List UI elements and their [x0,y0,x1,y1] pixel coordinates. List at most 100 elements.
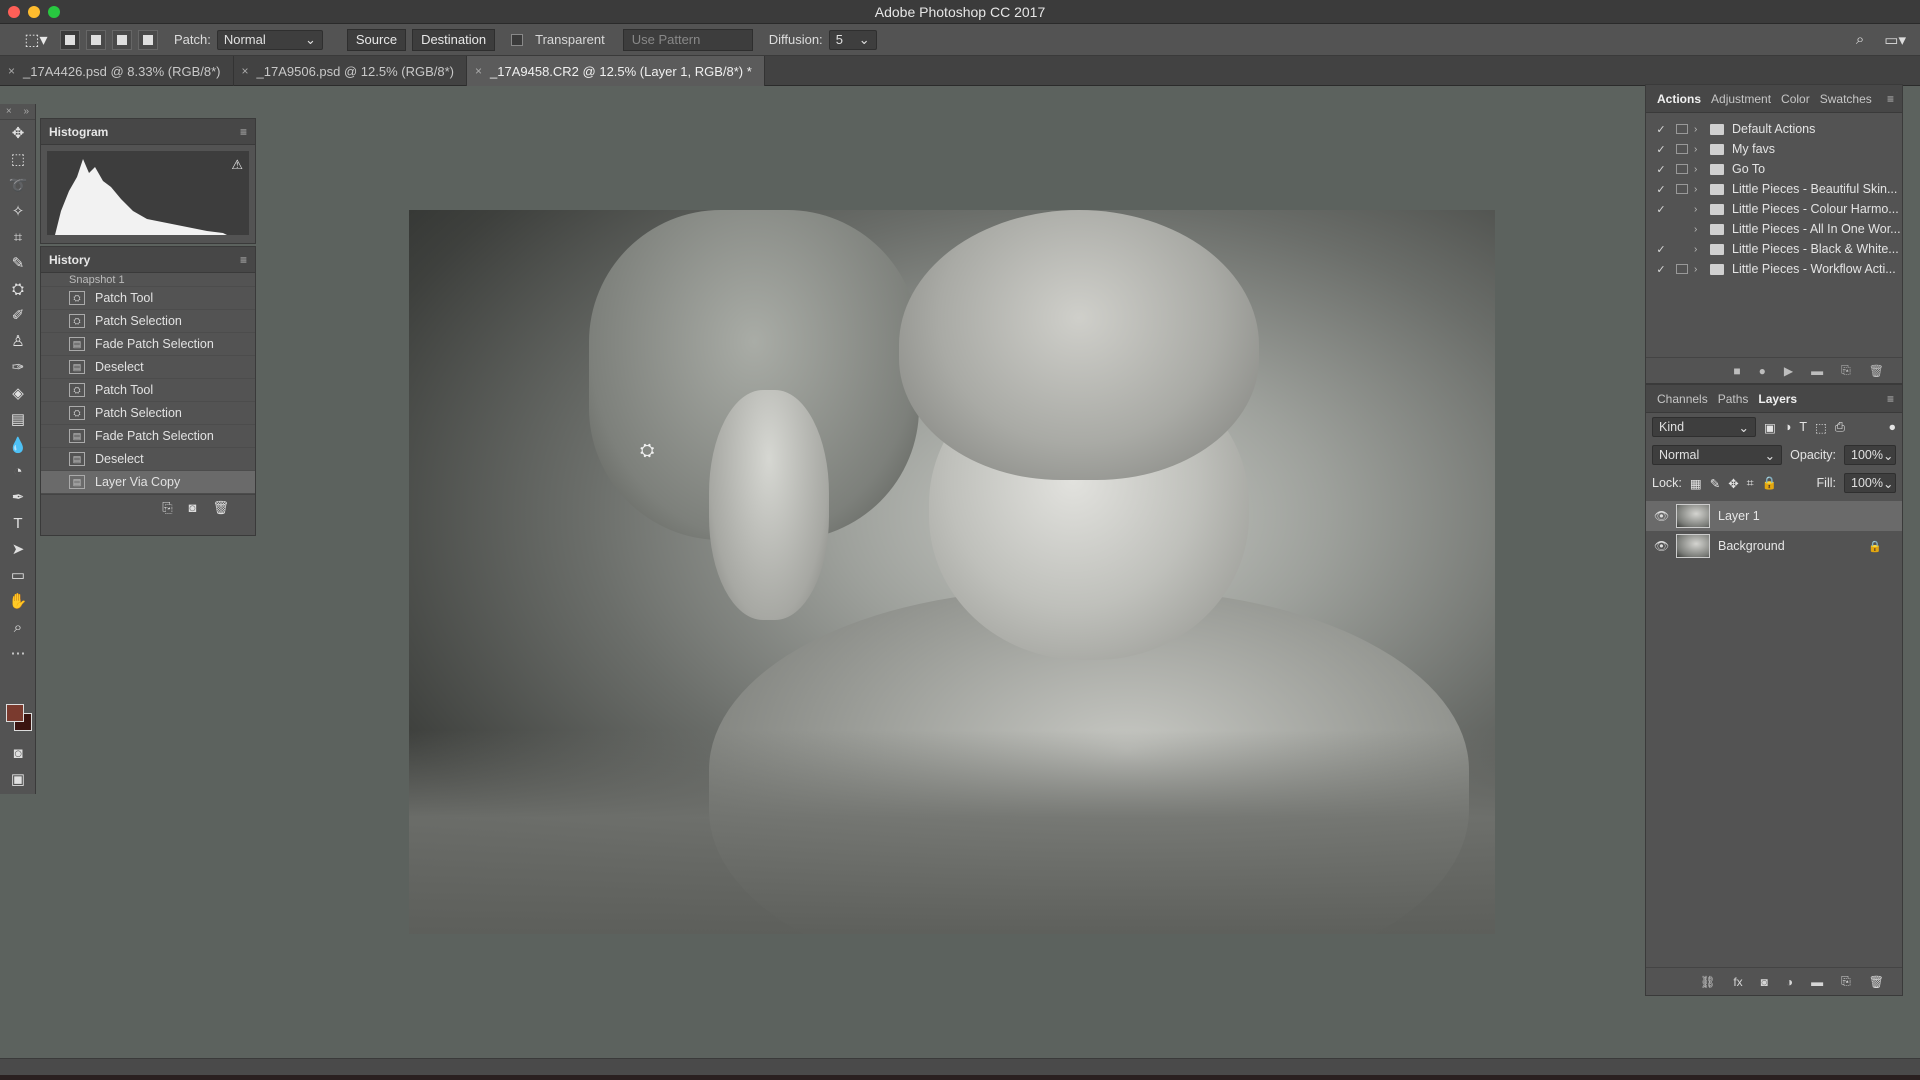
tab-actions[interactable]: Actions [1652,85,1706,113]
destination-button[interactable]: Destination [412,28,496,51]
action-set-row[interactable]: ✓ › Little Pieces - Workflow Acti... [1646,259,1902,279]
modal-toggle[interactable] [1676,164,1688,174]
tab-swatches[interactable]: Swatches [1815,85,1877,113]
new-layer-icon[interactable]: ⎘ [1841,974,1851,989]
panel-menu-icon[interactable]: ≡ [1887,392,1894,406]
workspace-icon[interactable]: ▭▾ [1884,31,1906,49]
new-action-icon[interactable]: ⎘ [1841,363,1851,378]
check-icon[interactable]: ✓ [1654,263,1668,276]
clone-stamp-tool-icon[interactable]: ♙ [0,328,36,354]
check-icon[interactable]: ✓ [1654,123,1668,136]
tab-adjustments[interactable]: Adjustment [1706,85,1776,113]
new-snapshot-icon[interactable]: ◙ [189,500,197,515]
modal-toggle[interactable] [1676,124,1688,134]
patch-mode-select[interactable]: Normal ⌄ [216,29,323,50]
layer-name[interactable]: Layer 1 [1718,509,1760,523]
transparent-checkbox[interactable] [511,33,524,46]
lock-image-icon[interactable]: ✎ [1710,476,1720,491]
check-icon[interactable]: ✓ [1654,183,1668,196]
layer-filter-select[interactable]: Kind ⌄ [1652,417,1756,437]
tab-color[interactable]: Color [1776,85,1815,113]
add-to-selection-icon[interactable] [86,29,106,50]
document-canvas[interactable] [409,210,1495,934]
action-set-row[interactable]: ✓ › Little Pieces - Beautiful Skin... [1646,179,1902,199]
screen-mode-icon[interactable]: ▣ [0,766,36,792]
tab-channels[interactable]: Channels [1652,385,1713,413]
stop-icon[interactable]: ■ [1733,364,1740,378]
chevron-right-icon[interactable]: › [1694,244,1706,255]
document-tab-active[interactable]: × _17A9458.CR2 @ 12.5% (Layer 1, RGB/8*)… [467,56,765,86]
close-icon[interactable]: × [6,106,12,117]
rectangle-tool-icon[interactable]: ▭ [0,562,36,588]
modal-toggle[interactable] [1676,184,1688,194]
type-tool-icon[interactable]: T [0,510,36,536]
history-item[interactable]: ⛭ Patch Selection [41,402,255,425]
eye-icon[interactable]: 👁 [1654,509,1669,523]
history-item[interactable]: ▤ Fade Patch Selection [41,425,255,448]
history-brush-tool-icon[interactable]: ✑ [0,354,36,380]
modal-toggle[interactable] [1676,204,1688,214]
new-document-from-state-icon[interactable]: ⎘ [162,500,172,516]
history-item[interactable]: ▤ Fade Patch Selection [41,333,255,356]
filter-type-icon[interactable]: T [1799,420,1807,434]
dodge-tool-icon[interactable]: ◔ [0,458,36,484]
history-item-selected[interactable]: ▤ Layer Via Copy [41,471,255,494]
fx-icon[interactable]: fx [1733,975,1742,989]
history-item[interactable]: ▤ Deselect [41,356,255,379]
document-tab[interactable]: × _17A9506.psd @ 12.5% (RGB/8*) [234,56,467,86]
modal-toggle[interactable] [1676,264,1688,274]
magic-wand-tool-icon[interactable]: ✧ [0,198,36,224]
check-icon[interactable]: ✓ [1654,163,1668,176]
patch-tool-preset-icon[interactable]: ⬚▾ [18,29,54,51]
action-set-row[interactable]: ✓ › My favs [1646,139,1902,159]
eye-icon[interactable]: 👁 [1654,539,1669,553]
filter-smart-object-icon[interactable]: ⎙ [1835,420,1845,435]
intersect-selection-icon[interactable] [138,29,158,50]
tab-paths[interactable]: Paths [1713,385,1754,413]
more-tools-icon[interactable]: ⋯ [0,640,36,666]
trash-icon[interactable]: 🗑 [1869,975,1884,989]
fill-input[interactable]: 100% ⌄ [1844,473,1896,493]
filter-shape-icon[interactable]: ⬚ [1815,420,1827,435]
close-tab-icon[interactable]: × [242,64,249,78]
check-icon[interactable]: ✓ [1654,243,1668,256]
blur-tool-icon[interactable]: 💧 [0,432,36,458]
history-item[interactable]: ⛭ Patch Tool [41,287,255,310]
quick-mask-icon[interactable]: ◙ [0,740,36,766]
history-item[interactable]: ⛭ Patch Selection [41,310,255,333]
search-icon[interactable]: ⌕ [1856,31,1864,49]
panel-menu-icon[interactable]: ≡ [240,125,247,139]
move-tool-icon[interactable]: ✥ [0,120,36,146]
play-icon[interactable]: ▶ [1784,364,1793,378]
lock-transparent-icon[interactable]: ▦ [1690,476,1702,491]
layer-name[interactable]: Background [1718,539,1785,553]
adjustment-layer-icon[interactable]: ◑ [1786,975,1793,989]
check-icon[interactable]: ✓ [1654,203,1668,216]
chevron-right-icon[interactable]: › [1694,264,1706,275]
action-set-row[interactable]: ✓ › Go To [1646,159,1902,179]
history-snapshot[interactable]: Snapshot 1 [41,273,255,287]
eyedropper-tool-icon[interactable]: ✎ [0,250,36,276]
filter-pixel-icon[interactable]: ▣ [1764,420,1776,435]
chevron-right-icon[interactable]: › [1694,224,1706,235]
modal-toggle[interactable] [1676,224,1688,234]
chevron-right-icon[interactable]: › [1694,204,1706,215]
opacity-input[interactable]: 100% ⌄ [1844,445,1896,465]
patch-tool-icon[interactable]: ⛭ [0,276,36,302]
tab-layers[interactable]: Layers [1753,385,1802,413]
action-set-row[interactable]: ✓ › Default Actions [1646,119,1902,139]
new-selection-icon[interactable] [60,29,80,50]
chevron-right-icon[interactable]: › [1694,124,1706,135]
new-group-icon[interactable]: ▬ [1811,975,1823,989]
path-selection-tool-icon[interactable]: ➤ [0,536,36,562]
action-set-row[interactable]: ✓ › Little Pieces - Black & White... [1646,239,1902,259]
gradient-tool-icon[interactable]: ▤ [0,406,36,432]
filter-adjustment-icon[interactable]: ◑ [1784,420,1792,434]
hand-tool-icon[interactable]: ✋ [0,588,36,614]
close-tab-icon[interactable]: × [475,64,482,78]
modal-toggle[interactable] [1676,244,1688,254]
link-layers-icon[interactable]: ⛓ [1700,975,1715,989]
lock-position-icon[interactable]: ✥ [1728,476,1738,491]
source-button[interactable]: Source [346,28,407,51]
action-set-row[interactable]: ✓ › Little Pieces - Colour Harmo... [1646,199,1902,219]
